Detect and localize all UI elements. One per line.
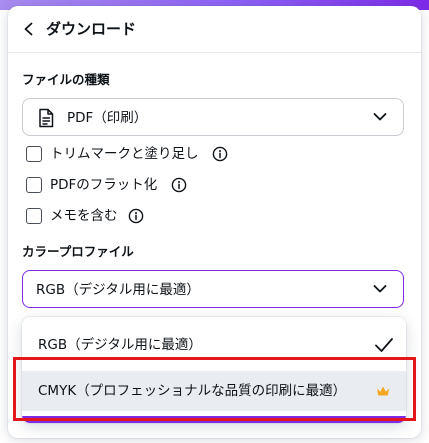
trim-marks-checkbox[interactable] [26,146,42,162]
panel-header: ダウンロード [8,6,421,53]
highlight-annotation-box [13,357,416,421]
include-notes-checkbox[interactable] [26,208,42,224]
info-icon[interactable] [212,146,228,162]
color-profile-value: RGB（デジタル用に最適） [36,282,200,298]
document-icon [39,108,54,128]
info-icon[interactable] [171,177,187,193]
color-option-rgb-label: RGB（デジタル用に最適） [38,337,202,353]
panel-title: ダウンロード [46,20,137,38]
include-notes-label: メモを含む [50,208,118,224]
checkmark-icon [375,338,393,352]
flatten-pdf-checkbox[interactable] [26,177,42,193]
flatten-pdf-label: PDFのフラット化 [50,177,158,193]
color-profile-label: カラープロファイル [22,244,134,259]
trim-marks-label: トリムマークと塗り足し [50,146,199,162]
chevron-down-icon [373,113,387,121]
color-profile-select[interactable]: RGB（デジタル用に最適） [22,270,404,308]
info-icon[interactable] [128,208,144,224]
file-type-select[interactable]: PDF（印刷） [22,98,404,136]
file-type-value: PDF（印刷） [67,110,148,126]
chevron-down-icon [373,285,387,293]
chevron-left-icon[interactable] [22,22,36,36]
file-type-label: ファイルの種類 [22,72,110,87]
